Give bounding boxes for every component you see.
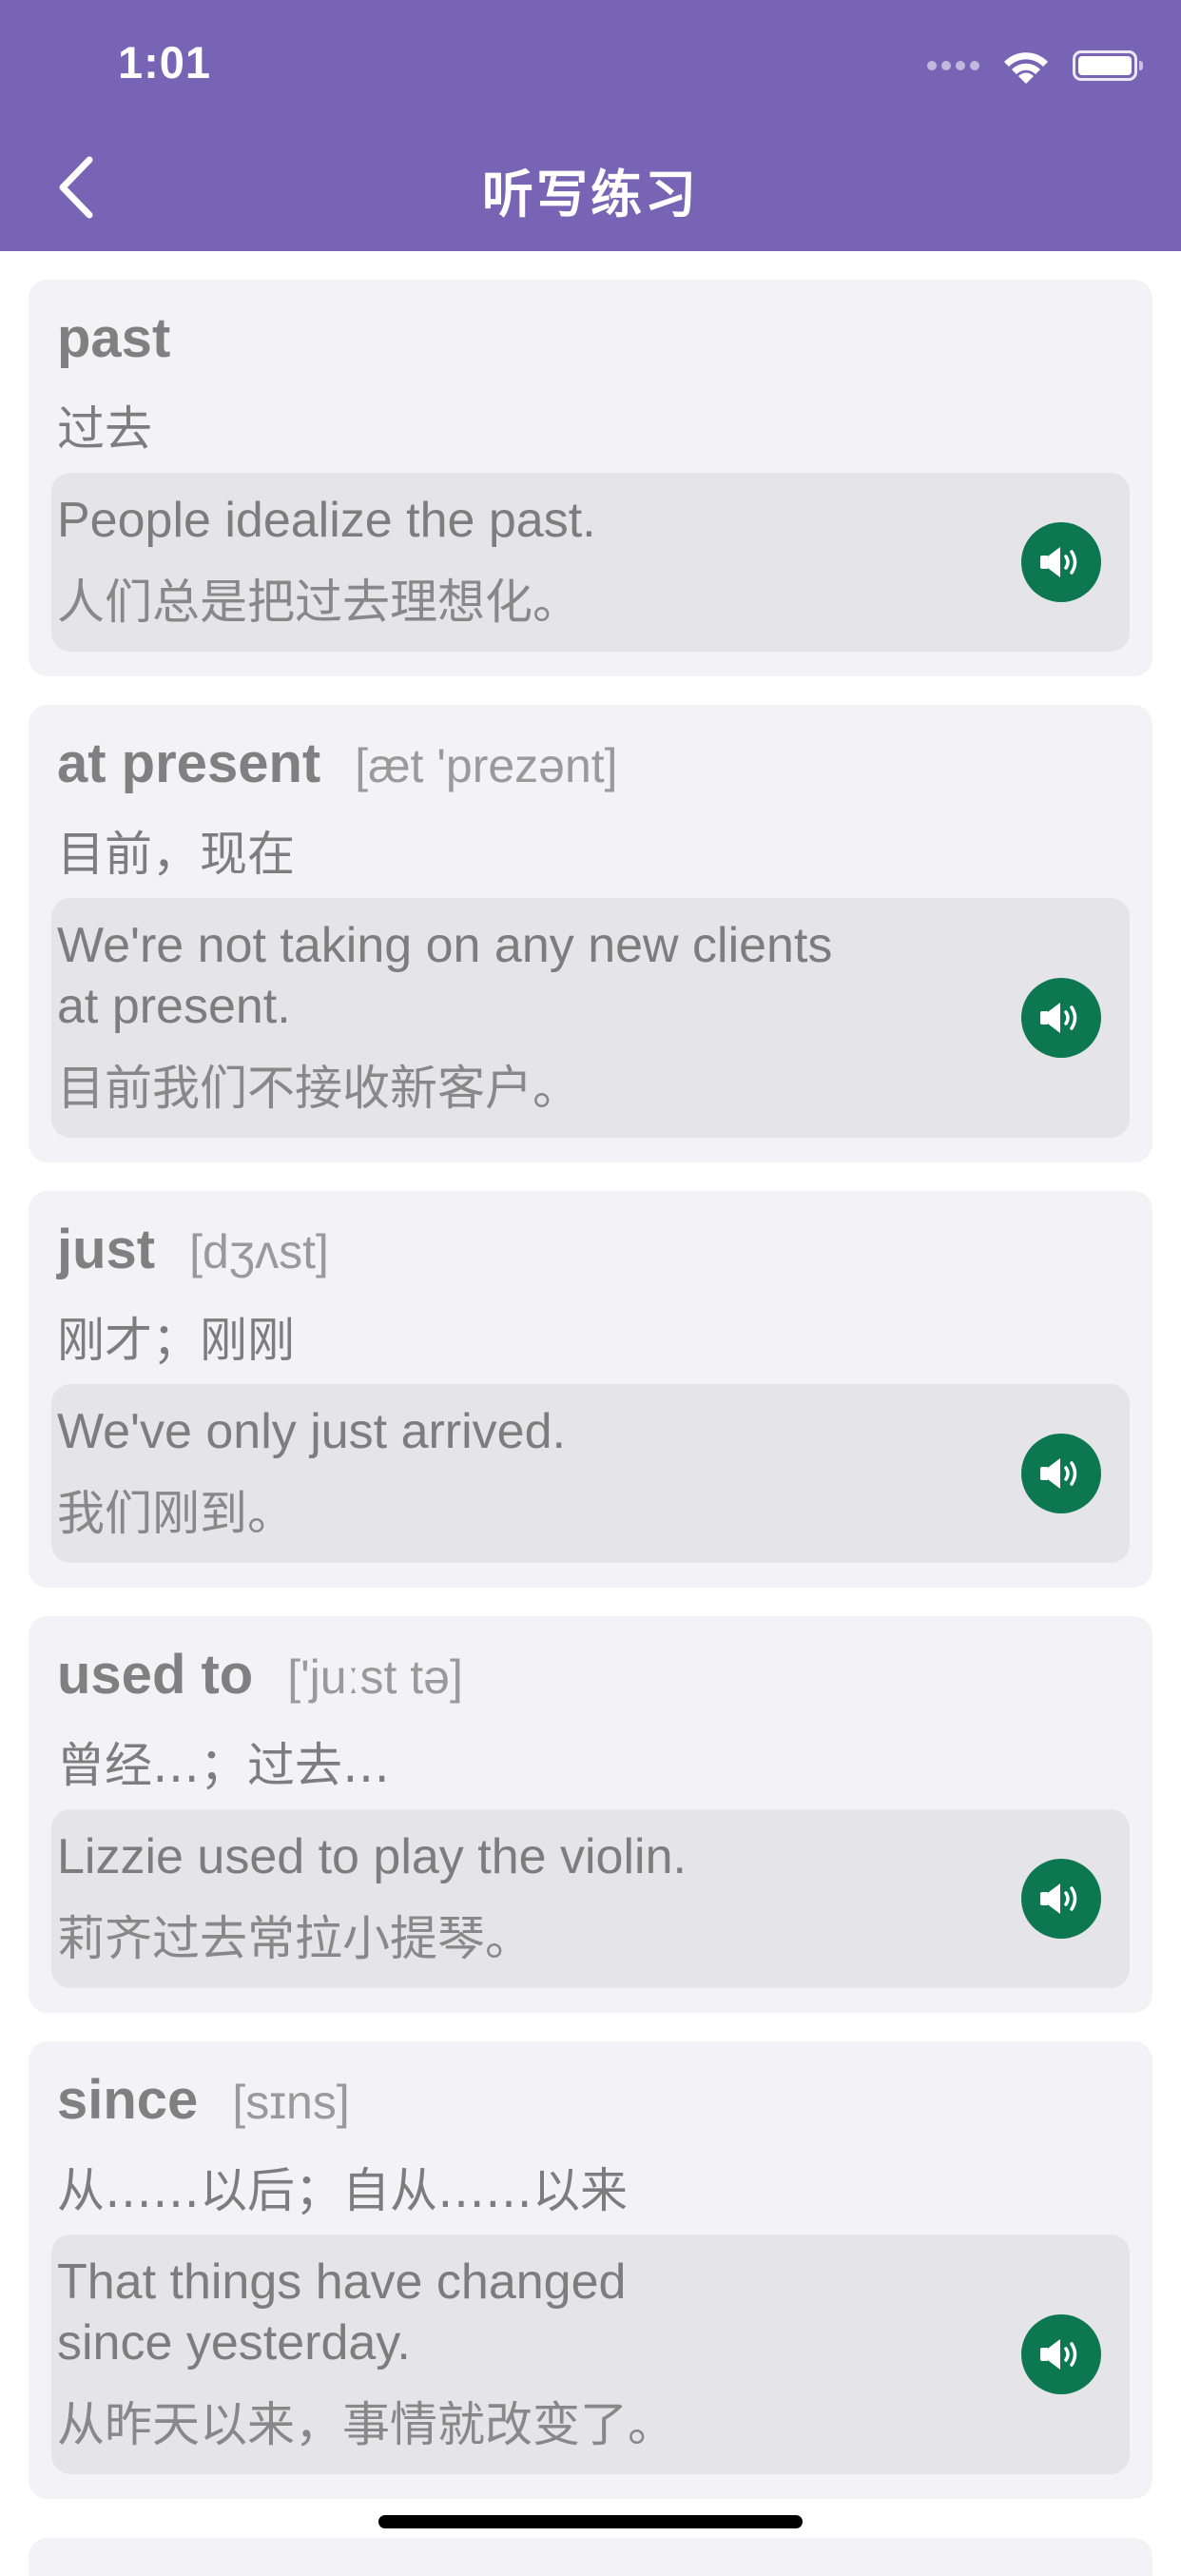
example-sentence-en: That things have changed since yesterday… <box>57 2254 627 2371</box>
example-sentence-en: Lizzie used to play the violin. <box>57 1829 687 1884</box>
word-text: past <box>57 307 171 369</box>
battery-icon <box>1073 50 1143 81</box>
example-sentence-en: We've only just arrived. <box>57 1404 566 1459</box>
word-card: past 过去 People idealize the past. 人们总是把过… <box>29 280 1152 676</box>
word-card: at present [æt 'prezənt] 目前，现在 We're not… <box>29 705 1152 1162</box>
word-text: since <box>57 2069 199 2131</box>
play-audio-button[interactable] <box>1021 522 1101 602</box>
play-audio-button[interactable] <box>1021 1859 1101 1939</box>
status-time: 1:01 <box>118 37 212 88</box>
speaker-icon <box>1040 1458 1077 1489</box>
example-sentence-en: People idealize the past. <box>57 493 596 548</box>
word-list: past 过去 People idealize the past. 人们总是把过… <box>29 280 1152 2527</box>
example-sentence-zh: 莉齐过去常拉小提琴。 <box>57 1911 532 1966</box>
word-phonetic: ['juːst tə] <box>287 1650 463 1704</box>
next-word-card-peek <box>29 2538 1152 2576</box>
example-sentence-zh: 人们总是把过去理想化。 <box>57 575 580 630</box>
cellular-signal-icon <box>927 61 979 70</box>
speaker-icon <box>1040 1003 1077 1033</box>
nav-header: 1:01 听写练习 <box>0 0 1181 251</box>
word-meaning: 过去 <box>57 401 152 457</box>
example-sentence-zh: 从昨天以来，事情就改变了。 <box>57 2397 675 2452</box>
example-sentence-en: We're not taking on any new clients at p… <box>57 918 833 1034</box>
word-card: used to ['juːst tə] 曾经…；过去… Lizzie used … <box>29 1616 1152 2013</box>
word-card: just [dʒʌst] 刚才；刚刚 We've only just arriv… <box>29 1191 1152 1588</box>
word-phonetic: [æt 'prezənt] <box>355 739 618 792</box>
example-box: We've only just arrived. 我们刚到。 <box>51 1384 1130 1563</box>
example-box: People idealize the past. 人们总是把过去理想化。 <box>51 473 1130 652</box>
example-sentence-zh: 目前我们不接收新客户。 <box>57 1061 580 1116</box>
page-title: 听写练习 <box>482 166 699 224</box>
play-audio-button[interactable] <box>1021 1434 1101 1513</box>
word-text: at present <box>57 732 321 794</box>
status-icons <box>927 42 1143 89</box>
word-card: since [sɪns] 从……以后；自从……以来 That things ha… <box>29 2041 1152 2499</box>
speaker-icon <box>1040 547 1077 577</box>
speaker-icon <box>1040 1883 1077 1914</box>
word-text: just <box>57 1219 156 1280</box>
example-box: We're not taking on any new clients at p… <box>51 898 1130 1138</box>
home-indicator[interactable] <box>378 2515 803 2528</box>
speaker-icon <box>1040 2339 1077 2370</box>
example-sentence-zh: 我们刚到。 <box>57 1486 295 1541</box>
word-meaning: 曾经…；过去… <box>57 1738 390 1793</box>
word-meaning: 目前，现在 <box>57 827 295 882</box>
word-text: used to <box>57 1644 254 1706</box>
word-meaning: 刚才；刚刚 <box>57 1313 295 1368</box>
word-phonetic: [dʒʌst] <box>189 1225 329 1278</box>
example-box: That things have changed since yesterday… <box>51 2234 1130 2474</box>
word-meaning: 从……以后；自从……以来 <box>57 2163 628 2218</box>
wifi-icon <box>1004 52 1048 84</box>
word-phonetic: [sɪns] <box>232 2076 350 2129</box>
example-box: Lizzie used to play the violin. 莉齐过去常拉小提… <box>51 1809 1130 1988</box>
play-audio-button[interactable] <box>1021 978 1101 1058</box>
play-audio-button[interactable] <box>1021 2314 1101 2394</box>
